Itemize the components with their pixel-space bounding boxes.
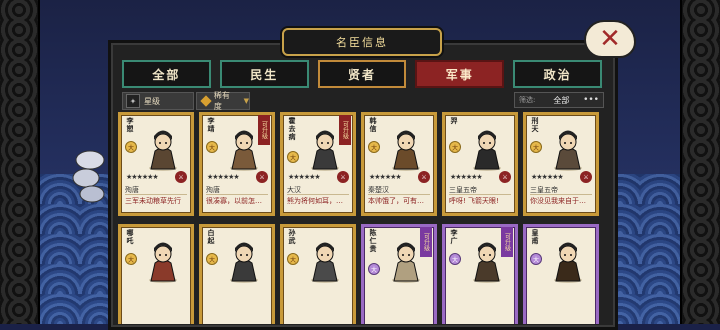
- grade-seal-icon: 大: [287, 253, 299, 265]
- card-divider: [287, 194, 349, 195]
- filter-select[interactable]: 筛选: 全部 •••: [514, 92, 604, 108]
- cloud-decoration: [72, 150, 105, 203]
- more-options-icon[interactable]: •••: [583, 95, 599, 105]
- tab-politics[interactable]: 政治: [513, 60, 602, 88]
- sword-badge-icon: ⚔: [256, 171, 268, 183]
- tab-military[interactable]: 军事: [415, 60, 505, 88]
- grade-seal-icon: 大: [449, 141, 461, 153]
- grade-seal-icon: 大: [449, 253, 461, 265]
- character-card[interactable]: 李愬 大 ★★★★★★ ⚔ 殉唐 三军未动粮草先行: [118, 112, 194, 216]
- character-name: 李广: [450, 229, 458, 245]
- character-portrait: [230, 130, 258, 171]
- character-portrait: [230, 242, 258, 283]
- grade-seal-icon: 大: [368, 263, 380, 275]
- star-rating: ★★★★★★: [288, 173, 321, 181]
- character-name: 李愬: [126, 117, 134, 133]
- close-button[interactable]: ✕: [584, 20, 636, 58]
- character-quote: 你没见我来自于戚樹鬼: [530, 197, 592, 205]
- character-name: 李靖: [207, 117, 215, 133]
- sword-badge-icon: ⚔: [175, 171, 187, 183]
- grade-seal-icon: 大: [530, 141, 542, 153]
- character-name: 羿: [450, 117, 458, 125]
- character-portrait: [554, 242, 582, 283]
- character-card[interactable]: 李广 大 可升级: [442, 224, 518, 324]
- character-card[interactable]: 白起 大: [199, 224, 275, 324]
- character-portrait: [473, 130, 501, 171]
- character-portrait: [473, 242, 501, 283]
- character-card[interactable]: 皇甫 大: [523, 224, 599, 324]
- star-rating: ★★★★★★: [207, 173, 240, 181]
- star-sort-label: 星级: [144, 96, 160, 106]
- star-rating: ★★★★★★: [126, 173, 159, 181]
- grade-seal-icon: 大: [125, 253, 137, 265]
- grade-seal-icon: 大: [206, 253, 218, 265]
- filter-select-label: 筛选:: [519, 96, 536, 104]
- tab-livelihood[interactable]: 民生: [219, 60, 309, 88]
- star-sort-icon: ✦: [126, 94, 140, 108]
- character-quote: 很凑寡，以前怎么没见你用过大斧?: [206, 197, 268, 205]
- rarity-sort-dropdown[interactable]: 稀有度 ▼: [196, 91, 250, 111]
- character-name: 白起: [207, 229, 215, 245]
- card-divider: [530, 194, 592, 195]
- grade-seal-icon: 大: [125, 141, 137, 153]
- card-divider: [449, 194, 511, 195]
- character-quote: 呼呀! 飞箭天眼!: [449, 197, 499, 205]
- sword-badge-icon: ⚔: [337, 171, 349, 183]
- grade-seal-icon: 大: [287, 151, 299, 163]
- filter-bar: ✦ 星级 稀有度 ▼ 筛选: 全部 •••: [118, 91, 610, 111]
- character-portrait: [554, 130, 582, 171]
- chevron-down-icon: ▼: [243, 97, 249, 105]
- character-quote: 熊为将何如耳，不至学古兵法: [287, 197, 349, 205]
- character-quote: 三军未动粮草先行: [125, 197, 181, 205]
- grade-seal-icon: 大: [530, 253, 542, 265]
- character-portrait: [149, 242, 177, 283]
- close-x-icon: ✕: [599, 24, 621, 54]
- grade-seal-icon: 大: [368, 141, 380, 153]
- rarity-diamond-icon: [200, 95, 212, 107]
- character-card[interactable]: 李靖 大 可升级 ★★★★★★ ⚔ 殉唐 很凑寡，以前怎么没见你用过大斧?: [199, 112, 275, 216]
- character-quote: 本帅饿了，可有饭团吗?: [368, 197, 430, 205]
- character-card[interactable]: 霍去病 大 可升级 ★★★★★★ ⚔ 大汉 熊为将何如耳，不至学古兵法: [280, 112, 356, 216]
- character-portrait: [149, 130, 177, 171]
- category-tabs: 全部 民生 贤者 军事 政治: [122, 60, 602, 88]
- character-name: 皇甫: [531, 229, 539, 245]
- right-wave-border: [680, 0, 720, 324]
- character-name: 陈仁贵: [369, 229, 377, 253]
- character-name: 韩信: [369, 117, 377, 133]
- character-card[interactable]: 羿 大 ★★★★★★ ⚔ 三皇五帝 呼呀! 飞箭天眼!: [442, 112, 518, 216]
- sword-badge-icon: ⚔: [499, 171, 511, 183]
- filter-select-value: 全部: [553, 95, 570, 105]
- character-portrait: [392, 242, 420, 283]
- character-portrait: [392, 130, 420, 171]
- left-wave-border: [0, 0, 40, 324]
- card-divider: [206, 194, 268, 195]
- sword-badge-icon: ⚔: [418, 171, 430, 183]
- character-card[interactable]: 孙武 大: [280, 224, 356, 324]
- character-card[interactable]: 韩信 大 ★★★★★★ ⚔ 秦楚汉 本帅饿了，可有饭团吗?: [361, 112, 437, 216]
- sword-badge-icon: ⚔: [580, 171, 592, 183]
- star-sort-button[interactable]: ✦ 星级: [122, 92, 194, 110]
- star-rating: ★★★★★★: [531, 173, 564, 181]
- tab-sage[interactable]: 贤者: [317, 60, 407, 88]
- character-name: 霍去病: [288, 117, 296, 141]
- window-title: 名臣信息: [282, 28, 442, 56]
- character-name: 刑天: [531, 117, 539, 133]
- character-card[interactable]: 哪吒 大: [118, 224, 194, 324]
- star-rating: ★★★★★★: [450, 173, 483, 181]
- rarity-sort-label: 稀有度: [213, 91, 230, 111]
- character-portrait: [311, 242, 339, 283]
- card-divider: [368, 194, 430, 195]
- tab-all[interactable]: 全部: [122, 60, 211, 88]
- grade-seal-icon: 大: [206, 141, 218, 153]
- character-name: 孙武: [288, 229, 296, 245]
- character-card-grid: 李愬 大 ★★★★★★ ⚔ 殉唐 三军未动粮草先行 李靖 大 可升级 ★★★★★…: [118, 112, 600, 324]
- character-card[interactable]: 陈仁贵 大 可升级: [361, 224, 437, 324]
- star-rating: ★★★★★★: [369, 173, 402, 181]
- card-divider: [125, 194, 187, 195]
- character-card[interactable]: 刑天 大 ★★★★★★ ⚔ 三皇五帝 你没见我来自于戚樹鬼: [523, 112, 599, 216]
- character-portrait: [311, 130, 339, 171]
- character-name: 哪吒: [126, 229, 134, 245]
